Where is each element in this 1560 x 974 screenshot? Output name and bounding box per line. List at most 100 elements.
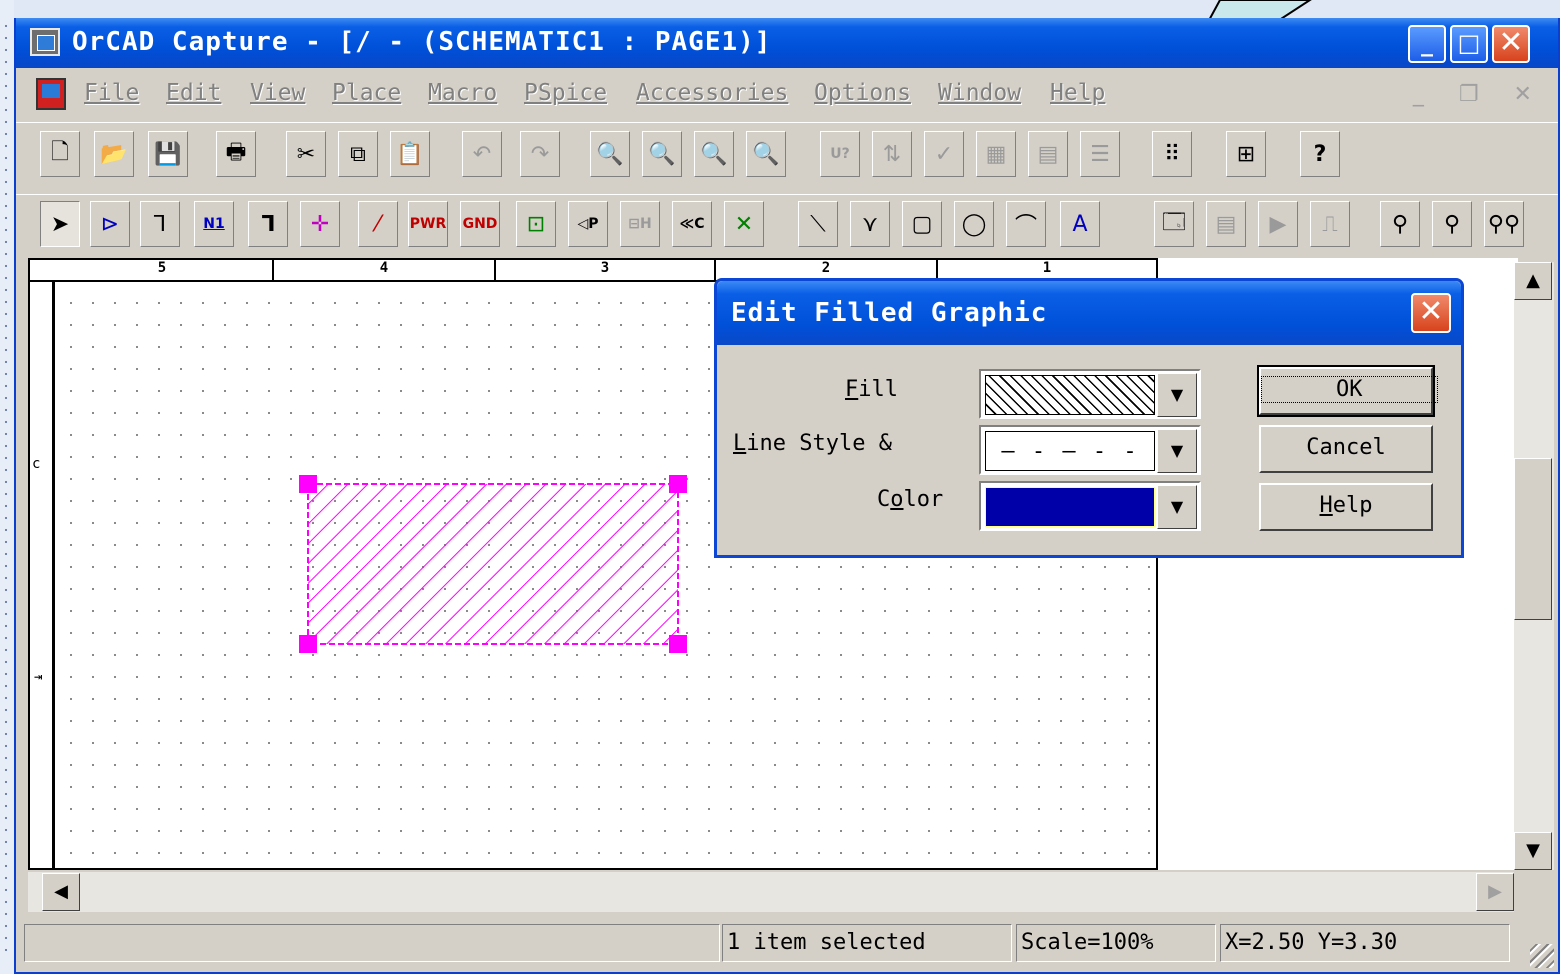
place-text-icon[interactable]: A — [1060, 201, 1100, 247]
horizontal-scrollbar[interactable]: ◀ ▶ — [28, 872, 1514, 912]
place-pin-icon[interactable]: ⊟H — [620, 201, 660, 247]
zoom-all-icon[interactable]: 🔍 — [746, 131, 786, 177]
select-icon[interactable]: ➤ — [40, 201, 80, 247]
copy-icon[interactable]: ⧉ — [338, 131, 378, 177]
differential-marker-icon[interactable]: ⚲⚲ — [1484, 201, 1524, 247]
place-no-connect-icon[interactable]: ✕ — [724, 201, 764, 247]
back-annotate-icon[interactable]: ⇅ — [872, 131, 912, 177]
place-wire-icon[interactable]: ⅂ — [140, 201, 180, 247]
annotate-icon[interactable]: U? — [820, 131, 860, 177]
line-style-preview: — - — - - — [985, 431, 1155, 471]
place-ground-icon[interactable]: GND — [460, 201, 500, 247]
menu-pspice[interactable]: PSpice — [524, 80, 607, 106]
vertical-scrollbar[interactable]: ▲ ▼ — [1514, 262, 1554, 870]
menu-place[interactable]: Place — [332, 80, 401, 106]
ok-button[interactable]: OK — [1257, 365, 1438, 417]
selected-filled-rectangle[interactable] — [298, 474, 690, 654]
save-icon[interactable]: 💾 — [148, 131, 188, 177]
dialog-title-bar[interactable]: Edit Filled Graphic ✕ — [717, 281, 1461, 345]
color-dropdown[interactable]: ▼ — [979, 481, 1201, 531]
bill-of-materials-icon[interactable]: ☰ — [1080, 131, 1120, 177]
place-off-page-connector-icon[interactable]: ≪C — [672, 201, 712, 247]
run-icon[interactable]: ▶ — [1258, 201, 1298, 247]
place-rectangle-icon[interactable]: ▢ — [902, 201, 942, 247]
fill-label: Fill — [845, 377, 898, 402]
menu-accessories[interactable]: Accessories — [636, 80, 788, 106]
dialog-close-button[interactable]: ✕ — [1411, 293, 1451, 333]
title-bar[interactable]: OrCAD Capture - [/ - (SCHEMATIC1 : PAGE1… — [16, 18, 1558, 68]
voltage-marker-icon[interactable]: ⚲ — [1380, 201, 1420, 247]
menu-window[interactable]: Window — [938, 80, 1021, 106]
zoom-in-icon[interactable]: 🔍 — [590, 131, 630, 177]
place-line-icon[interactable]: ⟍ — [798, 201, 838, 247]
resize-grip-icon[interactable] — [1530, 944, 1554, 968]
cancel-button[interactable]: Cancel — [1259, 425, 1433, 473]
place-bus-entry-icon[interactable]: ⁄ — [358, 201, 398, 247]
menu-macro[interactable]: Macro — [428, 80, 497, 106]
cross-reference-icon[interactable]: ▤ — [1028, 131, 1068, 177]
snap-grid-icon[interactable]: ⠿ — [1152, 131, 1192, 177]
status-coordinates: X=2.50 Y=3.30 — [1220, 924, 1510, 962]
page-border-line — [52, 282, 55, 868]
new-simulation-profile-icon[interactable]: 🗔 — [1154, 201, 1194, 247]
zone-label-c: c — [32, 456, 41, 472]
menu-view[interactable]: View — [250, 80, 305, 106]
scroll-right-arrow-icon[interactable]: ▶ — [1476, 873, 1514, 911]
place-bus-icon[interactable]: ⅂ — [248, 201, 288, 247]
ruler-zone-5: 5 — [52, 260, 274, 282]
place-port-icon[interactable]: ◁P — [568, 201, 608, 247]
line-style-dropdown[interactable]: — - — - - ▼ — [979, 425, 1201, 475]
help-button[interactable]: Help — [1259, 483, 1433, 531]
maximize-button[interactable]: □ — [1450, 25, 1488, 63]
orcad-app-icon[interactable] — [30, 28, 60, 56]
drc-icon[interactable]: ✓ — [924, 131, 964, 177]
zoom-area-icon[interactable]: 🔍 — [694, 131, 734, 177]
view-simulation-results-icon[interactable]: ⎍ — [1310, 201, 1350, 247]
place-arc-icon[interactable]: ⌒ — [1006, 201, 1046, 247]
scroll-left-arrow-icon[interactable]: ◀ — [42, 873, 80, 911]
ruler-zone-3: 3 — [496, 260, 716, 282]
redo-icon[interactable]: ↷ — [520, 131, 560, 177]
line-style-dropdown-arrow-icon[interactable]: ▼ — [1157, 429, 1197, 473]
place-polyline-icon[interactable]: ⋎ — [850, 201, 890, 247]
scroll-up-arrow-icon[interactable]: ▲ — [1514, 262, 1552, 300]
place-ellipse-icon[interactable]: ◯ — [954, 201, 994, 247]
open-icon[interactable]: 📂 — [94, 131, 134, 177]
paste-icon[interactable]: 📋 — [390, 131, 430, 177]
mdi-child-controls[interactable]: _ ❐ ✕ — [1413, 82, 1546, 107]
fill-dropdown-arrow-icon[interactable]: ▼ — [1157, 373, 1197, 417]
place-part-icon[interactable]: ⊳ — [90, 201, 130, 247]
document-icon[interactable] — [36, 78, 66, 110]
menu-help[interactable]: Help — [1050, 80, 1105, 106]
help-icon[interactable]: ? — [1300, 131, 1340, 177]
scroll-down-arrow-icon[interactable]: ▼ — [1514, 832, 1552, 870]
place-hierarchical-block-icon[interactable]: ⊡ — [516, 201, 556, 247]
netlist-icon[interactable]: ▦ — [976, 131, 1016, 177]
draw-toolbar: ➤ ⊳ ⅂ N1 ⅂ ✛ ⁄ PWR GND ⊡ ◁P ⊟H ≪C ✕ ⟍ ⋎ … — [16, 194, 1558, 256]
menu-options[interactable]: Options — [814, 80, 911, 106]
current-marker-icon[interactable]: ⚲ — [1432, 201, 1472, 247]
dialog-title: Edit Filled Graphic — [731, 298, 1048, 328]
color-dropdown-arrow-icon[interactable]: ▼ — [1157, 485, 1197, 529]
print-icon[interactable]: 🖶 — [216, 131, 256, 177]
menu-edit[interactable]: Edit — [166, 80, 221, 106]
fill-dropdown[interactable]: ▼ — [979, 369, 1201, 419]
place-junction-icon[interactable]: ✛ — [300, 201, 340, 247]
minimize-button[interactable]: _ — [1408, 25, 1446, 63]
cut-icon[interactable]: ✂ — [286, 131, 326, 177]
close-button[interactable]: ✕ — [1492, 25, 1530, 63]
ruler-zone-4: 4 — [274, 260, 496, 282]
vertical-scroll-thumb[interactable] — [1514, 458, 1552, 620]
new-icon[interactable]: 🗋 — [40, 131, 80, 177]
zoom-out-icon[interactable]: 🔍 — [642, 131, 682, 177]
edit-simulation-settings-icon[interactable]: ▤ — [1206, 201, 1246, 247]
undo-icon[interactable]: ↶ — [462, 131, 502, 177]
scroll-corner — [1514, 872, 1554, 912]
menu-file[interactable]: File — [84, 80, 139, 106]
window-title: OrCAD Capture - [/ - (SCHEMATIC1 : PAGE1… — [72, 27, 772, 57]
place-power-icon[interactable]: PWR — [408, 201, 448, 247]
place-net-alias-icon[interactable]: N1 — [194, 201, 234, 247]
project-manager-icon[interactable]: ⊞ — [1226, 131, 1266, 177]
edit-filled-graphic-dialog: Edit Filled Graphic ✕ Fill ▼ Line Style … — [714, 278, 1464, 558]
color-label: Color — [877, 487, 944, 512]
